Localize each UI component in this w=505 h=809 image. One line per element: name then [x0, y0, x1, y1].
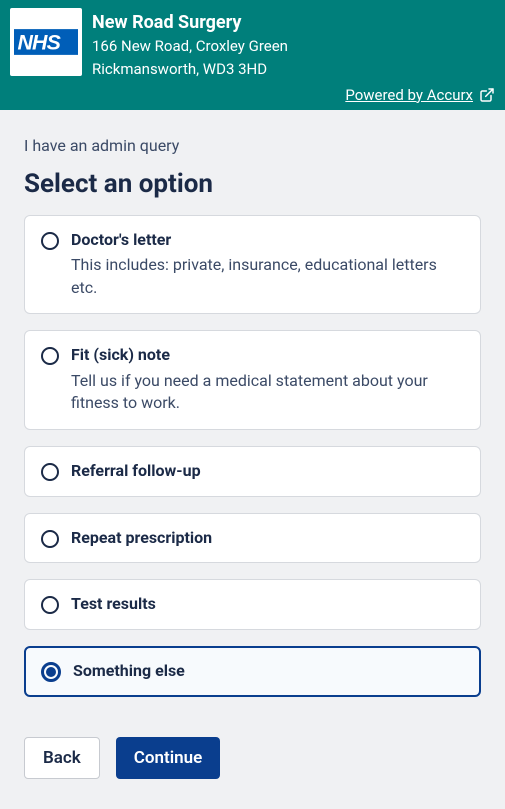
radio-icon — [41, 347, 59, 365]
continue-button[interactable]: Continue — [116, 737, 221, 779]
svg-text:NHS: NHS — [18, 31, 61, 55]
surgery-address-line2: Rickmansworth, WD3 3HD — [92, 59, 288, 80]
option-title: Test results — [71, 594, 464, 615]
surgery-address-line1: 166 New Road, Croxley Green — [92, 36, 288, 57]
surgery-name: New Road Surgery — [92, 12, 288, 34]
option-description: This includes: private, insurance, educa… — [71, 254, 464, 299]
option-something-else[interactable]: Something else — [24, 646, 481, 697]
radio-icon — [41, 232, 59, 250]
option-title: Something else — [73, 661, 464, 682]
option-test-results[interactable]: Test results — [24, 579, 481, 630]
back-button[interactable]: Back — [24, 737, 100, 779]
option-body: Something else — [73, 661, 464, 682]
page-title: Select an option — [24, 169, 481, 199]
option-referral-follow-up[interactable]: Referral follow-up — [24, 446, 481, 497]
option-description: Tell us if you need a medical statement … — [71, 370, 464, 415]
option-body: Referral follow-up — [71, 461, 464, 482]
option-title: Referral follow-up — [71, 461, 464, 482]
option-body: Repeat prescription — [71, 528, 464, 549]
option-repeat-prescription[interactable]: Repeat prescription — [24, 513, 481, 564]
options-list: Doctor's letter This includes: private, i… — [24, 215, 481, 698]
option-body: Fit (sick) note Tell us if you need a med… — [71, 345, 464, 415]
external-link-icon — [479, 87, 495, 103]
content: I have an admin query Select an option D… — [0, 110, 505, 809]
option-body: Test results — [71, 594, 464, 615]
header-top: NHS New Road Surgery 166 New Road, Croxl… — [10, 8, 495, 80]
header-text: New Road Surgery 166 New Road, Croxley G… — [92, 8, 288, 80]
radio-icon — [41, 463, 59, 481]
header: NHS New Road Surgery 166 New Road, Croxl… — [0, 0, 505, 110]
option-body: Doctor's letter This includes: private, i… — [71, 230, 464, 300]
option-title: Doctor's letter — [71, 230, 464, 251]
option-doctors-letter[interactable]: Doctor's letter This includes: private, i… — [24, 215, 481, 315]
option-title: Fit (sick) note — [71, 345, 464, 366]
option-fit-note[interactable]: Fit (sick) note Tell us if you need a med… — [24, 330, 481, 430]
powered-by-link[interactable]: Powered by Accurx — [345, 86, 473, 104]
option-title: Repeat prescription — [71, 528, 464, 549]
nhs-logo: NHS — [10, 8, 82, 76]
radio-icon — [41, 596, 59, 614]
breadcrumb: I have an admin query — [24, 136, 481, 155]
button-row: Back Continue — [24, 737, 481, 779]
radio-icon — [41, 530, 59, 548]
powered-row: Powered by Accurx — [10, 86, 495, 104]
radio-icon — [41, 662, 61, 682]
